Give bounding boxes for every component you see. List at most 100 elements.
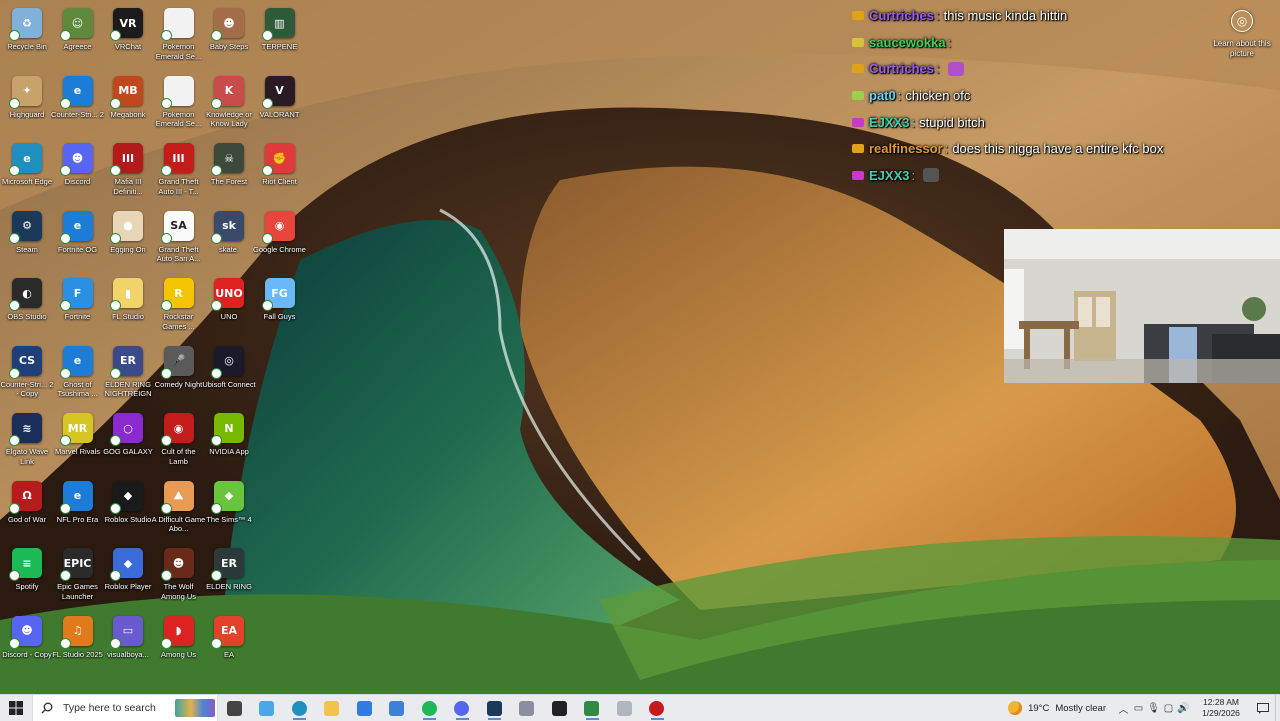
taskbar-app-discord[interactable] xyxy=(446,695,479,721)
taskbar-app-app-window[interactable] xyxy=(511,695,544,721)
volume-icon[interactable]: 🔊 xyxy=(1176,695,1191,721)
taskbar-app-cloud-app[interactable] xyxy=(608,695,641,721)
desktop-icon[interactable]: ▮ FL Studio xyxy=(101,272,155,338)
taskbar-app-store[interactable] xyxy=(348,695,381,721)
chat-username: Curtriches xyxy=(869,61,935,77)
desktop-icon[interactable]: III Grand Theft Auto III - T... xyxy=(152,137,206,203)
sync-check-icon xyxy=(9,570,20,581)
desktop-icon[interactable]: ◗ Among Us xyxy=(152,610,206,676)
app-icon: ER xyxy=(211,548,244,581)
desktop-icon[interactable]: ⛰ A Difficult Game Abo... xyxy=(152,475,206,541)
desktop-icon[interactable]: e Fortnite OG xyxy=(51,205,105,271)
desktop-icon[interactable]: ◆ Roblox Player xyxy=(101,542,155,608)
desktop-icon[interactable]: SA Grand Theft Auto San A... xyxy=(152,205,206,271)
desktop-icon[interactable]: ▥ TERPENE xyxy=(253,2,307,68)
desktop-icon[interactable]: ◆ The Sims™ 4 xyxy=(202,475,256,541)
taskbar-app-spotify[interactable] xyxy=(413,695,446,721)
microphone-icon[interactable]: 🎙 xyxy=(1146,695,1161,721)
desktop-icon[interactable]: ≋ Elgato Wave Link xyxy=(0,407,54,473)
taskbar-app-copilot[interactable] xyxy=(251,695,284,721)
desktop-icon[interactable]: III Mafia III Definiti... xyxy=(101,137,155,203)
desktop-icon[interactable]: ✦ Highguard xyxy=(0,70,54,136)
sync-check-icon xyxy=(211,502,222,514)
desktop-icon[interactable]: ◐ OBS Studio xyxy=(0,272,54,338)
desktop-icon[interactable]: e Ghost of Tsushima ... xyxy=(51,340,105,406)
taskbar-app-edge[interactable] xyxy=(283,695,316,721)
desktop-icon[interactable]: ⚙ Steam xyxy=(0,205,54,271)
taskbar-app-elgato[interactable] xyxy=(543,695,576,721)
app-icon: e xyxy=(59,210,93,244)
show-desktop-button[interactable] xyxy=(1275,695,1280,721)
notification-icon[interactable] xyxy=(1251,695,1275,721)
webcam-feed xyxy=(1004,229,1280,383)
sync-check-icon xyxy=(110,165,121,176)
desktop-icon[interactable]: ▭ visualboya... xyxy=(101,610,155,676)
desktop-icon[interactable]: EA EA xyxy=(202,610,256,676)
desktop-icon[interactable]: ○ GOG GALAXY xyxy=(101,407,155,473)
taskbar-app-xbox[interactable] xyxy=(576,695,609,721)
taskbar-app-outlook[interactable] xyxy=(381,695,414,721)
taskbar-app-file-explorer[interactable] xyxy=(316,695,349,721)
desktop-icon-label: Rockstar Games ... xyxy=(162,312,195,331)
taskbar-app-task-view[interactable] xyxy=(218,695,251,721)
desktop-icon[interactable]: F Fortnite xyxy=(51,272,105,338)
desktop-icon[interactable]: ≡ Spotify xyxy=(0,542,54,608)
desktop-icon[interactable]: 🎤 Comedy Night xyxy=(152,340,206,406)
desktop-icon[interactable]: ER ELDEN RING NIGHTREIGN xyxy=(101,340,155,406)
start-button[interactable] xyxy=(0,695,32,721)
desktop-icon[interactable]: Pokemon Emerald Se... xyxy=(152,2,206,68)
battery-icon[interactable]: ▭ xyxy=(1131,695,1146,721)
network-icon[interactable]: ▢ xyxy=(1161,695,1176,721)
desktop-icon[interactable]: ☻ Baby Steps xyxy=(202,2,256,68)
edge-icon xyxy=(291,700,307,716)
sync-check-icon xyxy=(9,502,20,514)
desktop-icon[interactable]: VR VRChat xyxy=(101,2,155,68)
desktop-icon[interactable]: ● Egging On xyxy=(101,205,155,271)
desktop-icon[interactable]: Pokemon Emerald Se... xyxy=(152,70,206,136)
desktop-icon[interactable]: ☻ The Wolf Among Us xyxy=(152,542,206,608)
desktop-icon[interactable]: ♫ FL Studio 2025 xyxy=(51,610,105,676)
sync-check-icon xyxy=(160,300,172,311)
desktop-icon[interactable]: UNO UNO xyxy=(202,272,256,338)
desktop-icon[interactable]: CS Counter-Stri... 2 - Copy xyxy=(0,340,54,406)
sync-check-icon xyxy=(9,637,20,649)
taskbar-app-steam[interactable] xyxy=(478,695,511,721)
desktop-icon[interactable]: ☻ Discord - Copy xyxy=(0,610,54,676)
desktop-icon[interactable]: e NFL Pro Era xyxy=(51,475,105,541)
desktop-icon[interactable]: R Rockstar Games ... xyxy=(152,272,206,338)
taskbar-search[interactable]: Type here to search xyxy=(32,695,218,721)
desktop-icon[interactable]: ◉ Google Chrome xyxy=(253,205,307,271)
desktop-icon[interactable]: e Counter-Stri... 2 xyxy=(51,70,105,136)
desktop-icon[interactable]: ER ELDEN RING xyxy=(202,542,256,608)
desktop-icon[interactable]: K Knowledge or Know Lady xyxy=(202,70,256,136)
desktop-icon[interactable]: ☻ Discord xyxy=(51,137,105,203)
desktop-icon[interactable]: V VALORANT xyxy=(253,70,307,136)
desktop-icon[interactable]: ◎ Ubisoft Connect xyxy=(202,340,256,406)
desktop-icon[interactable]: ☺ Agreece xyxy=(51,2,105,68)
desktop-icon[interactable]: FG Fall Guys xyxy=(253,272,307,338)
desktop-icon[interactable]: MB Megabonk xyxy=(101,70,155,136)
chat-username: EJXX3 xyxy=(869,167,910,183)
desktop-icon[interactable]: N NVIDIA App xyxy=(202,407,256,473)
desktop-icon[interactable]: ✊ Riot Client xyxy=(253,137,307,203)
desktop-icon-label: Megabonk xyxy=(110,109,146,119)
desktop-icon[interactable]: ◉ Cult of the Lamb xyxy=(152,407,206,473)
desktop-icon[interactable]: sk skate. xyxy=(202,205,256,271)
desktop-icon[interactable]: EPIC Epic Games Launcher xyxy=(51,542,105,608)
taskbar-app-obs[interactable] xyxy=(641,695,674,721)
desktop-icon[interactable]: MR Marvel Rivals xyxy=(51,407,105,473)
desktop-icon[interactable]: Ω God of War xyxy=(0,475,54,541)
sync-check-icon xyxy=(211,637,222,649)
chevron-up-icon[interactable]: ︿ xyxy=(1116,695,1131,721)
desktop-icon[interactable]: e Microsoft Edge xyxy=(0,137,54,203)
weather-widget[interactable]: 19°C Mostly clear xyxy=(1008,701,1106,715)
desktop-icon-label: Mafia III Definiti... xyxy=(113,177,143,196)
desktop-icon[interactable]: ☠ The Forest xyxy=(202,137,256,203)
learn-about-picture[interactable]: ◎ Learn about this picture xyxy=(1212,10,1272,59)
sync-check-icon xyxy=(110,367,121,379)
desktop-icon[interactable]: ♻ Recycle Bin xyxy=(0,2,54,68)
desktop-icon[interactable]: ◆ Roblox Studio xyxy=(101,475,155,541)
desktop-icon-label: Ubisoft Connect xyxy=(202,379,256,389)
app-icon: VR xyxy=(110,8,143,41)
taskbar-clock[interactable]: 12:28 AM 1/29/2026 xyxy=(1195,697,1247,719)
